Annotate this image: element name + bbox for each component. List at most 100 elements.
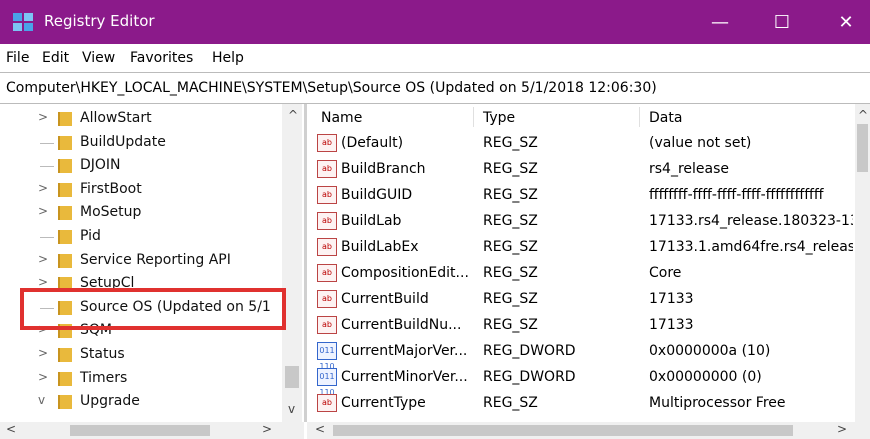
value-type: REG_SZ (483, 395, 538, 411)
string-value-icon: ab (317, 290, 337, 308)
value-name: CompositionEdit... (341, 265, 469, 281)
column-type[interactable]: Type (483, 110, 515, 126)
tree-scroll-thumb[interactable] (285, 366, 299, 388)
tree-hscroll-thumb[interactable] (70, 425, 210, 436)
value-row[interactable]: 011 110 CurrentMinorVer... REG_DWORD 0x0000… (307, 364, 855, 397)
tree-item[interactable]: > Timers (0, 368, 282, 392)
folder-icon (58, 159, 72, 174)
tree-item[interactable]: DJOIN (0, 155, 282, 179)
expand-chevron-icon[interactable]: > (38, 110, 48, 124)
scroll-left-arrow-icon[interactable]: < (315, 422, 325, 436)
tree-item[interactable]: > FirstBoot (0, 179, 282, 203)
value-data: 17133.1.amd64fre.rs4_release (649, 239, 853, 255)
scroll-right-arrow-icon[interactable]: > (837, 422, 847, 436)
tree-item[interactable]: v Upgrade (0, 391, 282, 415)
tree-guide-line (40, 142, 54, 144)
menu-view[interactable]: View (82, 50, 115, 66)
values-horizontal-scrollbar[interactable]: < > (307, 422, 870, 439)
highlight-box (20, 288, 286, 330)
value-row[interactable]: ab (Default) REG_SZ (value not set) (307, 130, 855, 156)
expand-chevron-icon[interactable]: > (38, 181, 48, 195)
tree-item-label: BuildUpdate (80, 133, 166, 150)
expand-chevron-icon[interactable]: > (38, 370, 48, 384)
scroll-up-arrow-icon[interactable]: ^ (858, 108, 868, 122)
menu-file[interactable]: File (6, 50, 29, 66)
value-row[interactable]: ab CompositionEdit... REG_SZ Core (307, 260, 855, 286)
folder-icon (58, 182, 72, 197)
value-name: CurrentBuildNu... (341, 317, 462, 333)
scroll-up-arrow-icon[interactable]: ^ (288, 108, 298, 122)
title-bar: Registry Editor — ☐ ✕ (0, 0, 870, 44)
close-button[interactable]: ✕ (826, 6, 866, 38)
tree-vertical-scrollbar[interactable]: ^ v (282, 104, 302, 422)
scroll-left-arrow-icon[interactable]: < (6, 422, 16, 436)
string-value-icon: ab (317, 394, 337, 412)
tree-item[interactable]: > MoSetup (0, 202, 282, 226)
tree-item[interactable]: > Status (0, 344, 282, 368)
value-data: 17133 (649, 291, 694, 307)
string-value-icon: ab (317, 134, 337, 152)
values-scroll-thumb[interactable] (857, 124, 868, 172)
value-type: REG_DWORD (483, 343, 576, 359)
address-bar[interactable]: Computer\HKEY_LOCAL_MACHINE\SYSTEM\Setup… (0, 72, 870, 104)
value-data: 0x0000000a (10) (649, 343, 771, 359)
tree-horizontal-scrollbar[interactable]: < > (0, 422, 304, 439)
value-type: REG_SZ (483, 291, 538, 307)
value-name: BuildLab (341, 213, 402, 229)
value-row[interactable]: ab CurrentBuildNu... REG_SZ 17133 (307, 312, 855, 338)
column-name[interactable]: Name (321, 110, 362, 126)
tree-item-label: Timers (80, 369, 128, 386)
address-path[interactable]: Computer\HKEY_LOCAL_MACHINE\SYSTEM\Setup… (6, 80, 657, 96)
string-value-icon: ab (317, 186, 337, 204)
column-separator[interactable] (639, 107, 640, 127)
folder-icon (58, 395, 72, 410)
value-row[interactable]: ab CurrentType REG_SZ Multiprocessor Free (307, 390, 855, 416)
key-tree: > AllowStart BuildUpdate DJOIN > FirstBoot > Mo… (0, 104, 304, 422)
tree-item-label: Pid (80, 228, 101, 244)
folder-icon (58, 135, 72, 150)
menu-edit[interactable]: Edit (42, 50, 69, 66)
scroll-down-arrow-icon[interactable]: v (288, 402, 295, 416)
maximize-button[interactable]: ☐ (762, 6, 802, 38)
value-data: Core (649, 265, 682, 281)
expand-chevron-icon[interactable]: v (38, 393, 45, 407)
value-row[interactable]: ab CurrentBuild REG_SZ 17133 (307, 286, 855, 312)
value-name: CurrentMinorVer... (341, 369, 468, 385)
tree-item[interactable]: > AllowStart (0, 108, 282, 132)
value-type: REG_SZ (483, 161, 538, 177)
value-row[interactable]: ab BuildBranch REG_SZ rs4_release (307, 156, 855, 182)
column-separator[interactable] (473, 107, 474, 127)
column-data[interactable]: Data (649, 110, 682, 126)
value-name: BuildGUID (341, 187, 413, 203)
value-data: (value not set) (649, 135, 752, 151)
folder-icon (58, 253, 72, 268)
string-value-icon: ab (317, 238, 337, 256)
values-vertical-scrollbar[interactable]: ^ (855, 104, 870, 422)
values-hscroll-thumb[interactable] (333, 425, 793, 436)
value-data: 17133.rs4_release.180323-13 (649, 213, 853, 229)
value-row[interactable]: 011 110 CurrentMajorVer... REG_DWORD 0x0000… (307, 338, 855, 371)
menu-help[interactable]: Help (212, 50, 244, 66)
value-type: REG_SZ (483, 317, 538, 333)
tree-item-label: MoSetup (80, 204, 142, 221)
tree-item[interactable]: > Service Reporting API (0, 250, 282, 274)
value-type: REG_SZ (483, 187, 538, 203)
tree-guide-line (40, 237, 54, 238)
expand-chevron-icon[interactable]: > (38, 346, 48, 360)
tree-item-label: AllowStart (80, 110, 152, 126)
dword-value-icon: 011 110 (317, 368, 337, 397)
minimize-button[interactable]: — (700, 6, 740, 38)
value-row[interactable]: ab BuildLabEx REG_SZ 17133.1.amd64fre.rs4_r… (307, 234, 855, 260)
scroll-right-arrow-icon[interactable]: > (262, 422, 272, 436)
expand-chevron-icon[interactable]: > (38, 204, 48, 218)
tree-item-label: FirstBoot (80, 180, 142, 197)
value-row[interactable]: ab BuildGUID REG_SZ ffffffff-ffff-ffff-ffff… (307, 182, 855, 208)
value-name: CurrentBuild (341, 291, 429, 307)
menu-favorites[interactable]: Favorites (130, 50, 193, 66)
value-type: REG_SZ (483, 239, 538, 255)
value-type: REG_SZ (483, 135, 538, 151)
value-row[interactable]: ab BuildLab REG_SZ 17133.rs4_release.180323… (307, 208, 855, 234)
tree-item[interactable]: BuildUpdate (0, 132, 282, 156)
expand-chevron-icon[interactable]: > (38, 252, 48, 266)
tree-item[interactable]: Pid (0, 226, 282, 250)
